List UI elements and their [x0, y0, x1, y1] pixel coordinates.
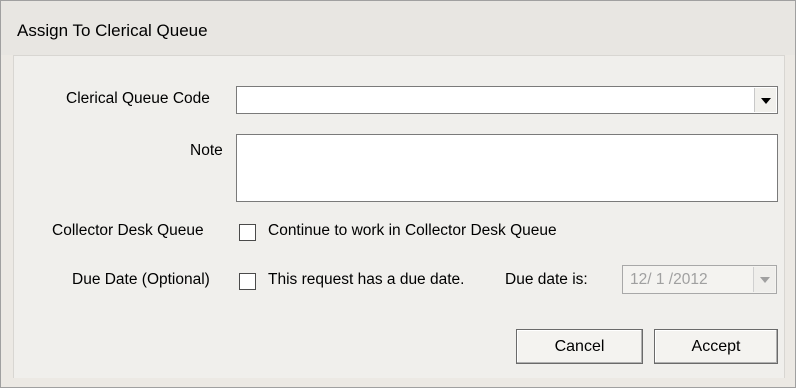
title-bar[interactable]: Assign To Clerical Queue	[1, 1, 795, 55]
due-date-label: Due Date (Optional)	[72, 271, 210, 288]
accept-button[interactable]: Accept	[654, 329, 778, 364]
queue-code-combobox[interactable]	[236, 86, 778, 114]
due-date-value: 12/ 1 /2012	[630, 271, 708, 288]
collector-desk-checkbox[interactable]	[239, 224, 256, 241]
dialog-title: Assign To Clerical Queue	[17, 21, 208, 40]
note-label: Note	[190, 142, 223, 159]
queue-code-dropdown-button[interactable]	[754, 88, 776, 112]
chevron-down-icon	[760, 277, 770, 283]
note-textarea[interactable]	[236, 134, 778, 202]
queue-code-label: Clerical Queue Code	[66, 90, 210, 107]
chevron-down-icon	[761, 98, 771, 104]
due-date-dropdown-button	[753, 267, 775, 292]
collector-desk-label: Collector Desk Queue	[52, 222, 204, 239]
due-date-checkbox[interactable]	[239, 273, 256, 290]
cancel-button[interactable]: Cancel	[516, 329, 643, 364]
due-date-checkbox-label[interactable]: This request has a due date.	[268, 271, 464, 289]
due-date-picker: 12/ 1 /2012	[622, 265, 777, 294]
due-date-is-label: Due date is:	[505, 271, 588, 288]
collector-desk-checkbox-label[interactable]: Continue to work in Collector Desk Queue	[268, 222, 557, 240]
